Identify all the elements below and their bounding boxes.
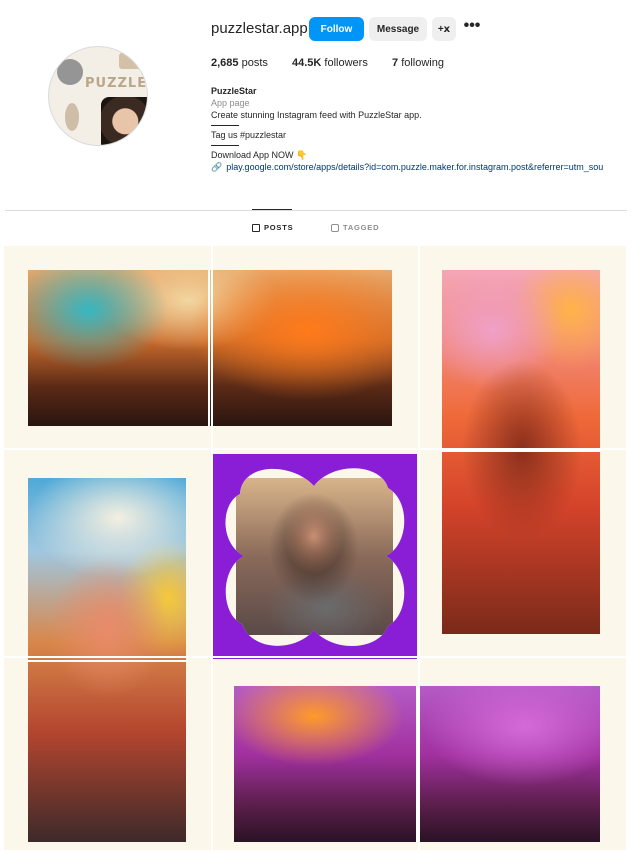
suggested-accounts-icon[interactable]: +ⅹ [432,17,456,41]
profile-username: puzzlestar.app [211,20,308,37]
tagged-icon [331,223,339,232]
profile-category: App page [211,98,250,108]
posts-stat: 2,685 posts [211,57,268,69]
following-stat[interactable]: 7 following [392,57,444,69]
followers-count: 44.5K [292,57,322,69]
bio-description: Create stunning Instagram feed with Puzz… [211,110,422,120]
posts-grid[interactable] [4,246,626,850]
tab-tagged-label: TAGGED [343,223,380,232]
following-label: following [401,57,444,69]
post-image-holi-festival[interactable] [234,686,600,842]
post-split [442,450,600,452]
link-icon: 🔗 [211,162,223,172]
profile-avatar[interactable]: PUZZLE [48,46,148,146]
followers-stat[interactable]: 44.5K followers [292,57,368,69]
tab-tagged[interactable]: TAGGED [331,223,379,232]
post-split [208,270,210,426]
grid-divider [4,656,626,658]
avatar-logo-text: PUZZLE [85,76,148,91]
avatar-decoration [65,103,79,131]
followers-label: followers [324,57,368,69]
flower-frame-photo [236,478,393,635]
avatar-decoration [119,53,141,69]
posts-count: 2,685 [211,57,239,69]
bio-link[interactable]: 🔗 play.google.com/store/apps/details?id=… [211,161,633,173]
post-image-holi-crowd[interactable] [28,270,392,426]
post-split [28,660,186,662]
bio-tag-line: Tag us #puzzlestar [211,130,287,140]
bio-download-line: Download App NOW 👇 [211,150,308,160]
posts-label: posts [241,57,268,69]
profile-name: PuzzleStar [211,86,257,96]
tab-posts-label: POSTS [264,223,294,232]
bio-link-text[interactable]: play.google.com/store/apps/details?id=co… [226,161,603,173]
post-image-holi-dancer[interactable] [442,270,600,634]
message-button[interactable]: Message [369,17,427,41]
active-tab-indicator [252,209,292,210]
tabs-divider [5,210,627,211]
bio-separator [211,125,239,126]
profile-bio: PuzzleStar App page Create stunning Inst… [211,85,631,173]
tab-posts[interactable]: POSTS [252,223,293,232]
grid-icon [252,223,260,232]
follow-button[interactable]: Follow [309,17,364,41]
post-image-flower-frame[interactable] [212,454,417,659]
bio-separator [211,145,239,146]
avatar-decoration [57,59,83,85]
grid-divider [4,448,626,450]
following-count: 7 [392,57,399,69]
post-image-holi-woman[interactable] [28,478,186,842]
grid-divider [211,246,213,850]
avatar-photo [101,97,147,145]
grid-divider [418,246,420,850]
more-options-icon[interactable]: ••• [462,17,482,39]
